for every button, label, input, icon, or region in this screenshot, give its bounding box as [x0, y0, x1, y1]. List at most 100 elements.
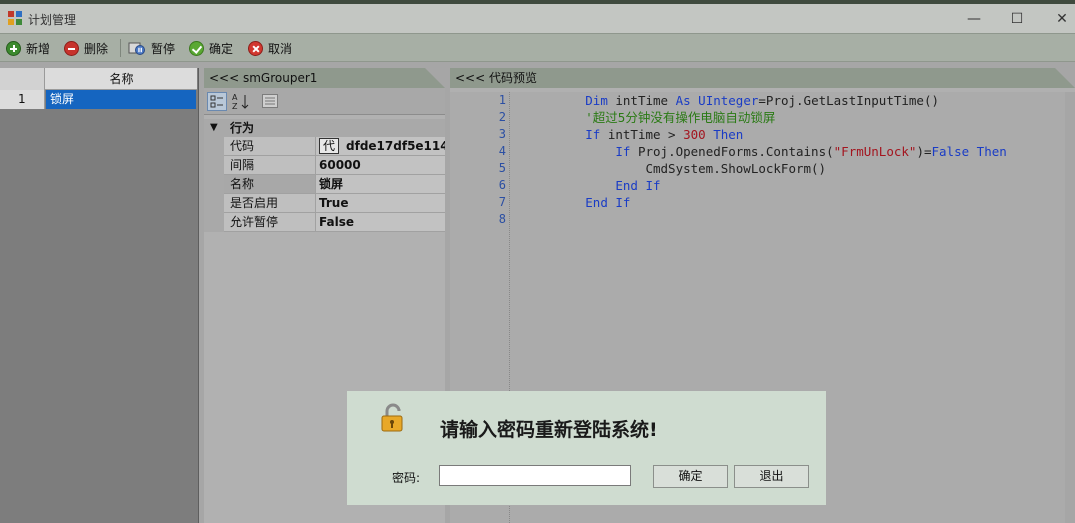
row-name-cell[interactable]: 锁屏	[46, 90, 196, 109]
code-token: If	[615, 144, 631, 159]
svg-text:A: A	[232, 93, 238, 102]
lock-icon	[381, 403, 403, 432]
grid-header: 名称	[0, 68, 197, 90]
plan-grid[interactable]: 名称 1 锁屏	[0, 68, 199, 523]
property-row[interactable]: 间隔 60000	[204, 156, 445, 175]
code-line: CmdSystem.ShowLockForm()	[510, 160, 826, 177]
line-number: 7	[498, 195, 506, 209]
property-row[interactable]: 名称 锁屏	[204, 175, 445, 194]
property-row[interactable]: 允许暂停 False	[204, 213, 445, 232]
code-line: If Proj.OpenedForms.Contains("FrmUnLock"…	[510, 143, 1007, 160]
svg-text:Z: Z	[232, 102, 238, 111]
code-token: '超过5分钟没有操作电脑自动锁屏	[585, 110, 776, 125]
line-number: 6	[498, 178, 506, 192]
toolbar: 新增 删除 暂停 确定 取消	[0, 33, 1075, 62]
cancel-icon	[248, 40, 263, 56]
pause-icon	[128, 42, 145, 55]
code-token: False	[931, 144, 970, 159]
delete-icon	[64, 40, 79, 56]
code-token: Then	[976, 144, 1007, 159]
line-number: 2	[498, 110, 506, 124]
code-panel-header[interactable]: <<< 代码预览	[450, 68, 1075, 88]
property-toolbar: A Z	[204, 88, 445, 115]
password-input[interactable]	[439, 465, 631, 486]
categorized-icon	[210, 95, 223, 108]
collapse-icon[interactable]: ▼	[210, 119, 218, 137]
unlock-dialog: 请输入密码重新登陆系统! 密码: 确定 退出	[347, 391, 826, 505]
exit-button[interactable]: 退出	[734, 465, 809, 488]
sort-az-icon: A Z	[232, 93, 249, 111]
confirm-button[interactable]: 确定	[189, 39, 233, 57]
confirm-label: 确定	[209, 41, 234, 56]
property-value[interactable]: 锁屏	[316, 175, 445, 194]
grid-corner[interactable]	[0, 68, 45, 90]
property-pages-button[interactable]	[262, 94, 278, 108]
grid-column-name[interactable]: 名称	[46, 68, 197, 90]
property-pages-icon	[265, 97, 275, 105]
code-token: 300	[683, 127, 706, 142]
property-value[interactable]: False	[316, 213, 445, 232]
add-label: 新增	[26, 41, 51, 56]
code-token: intTime >	[600, 127, 684, 142]
code-token: End If	[585, 195, 631, 210]
categorized-view-button[interactable]	[207, 92, 227, 111]
code-token: Then	[713, 127, 744, 142]
delete-label: 删除	[84, 41, 109, 56]
code-token: )=	[916, 144, 932, 159]
maximize-button[interactable]: ☐	[1003, 8, 1031, 30]
cancel-button[interactable]: 取消	[248, 39, 292, 57]
add-button[interactable]: 新增	[6, 39, 50, 57]
title-bar: 计划管理 — ☐ ✕	[0, 4, 1075, 33]
ok-button[interactable]: 确定	[653, 465, 728, 488]
code-line: End If	[510, 194, 630, 211]
code-token: If	[585, 127, 601, 142]
property-category[interactable]: ▼ 行为	[204, 119, 445, 137]
add-icon	[6, 40, 21, 56]
dialog-title: 请输入密码重新登陆系统!	[440, 419, 658, 441]
code-token: =Proj.GetLastInputTime()	[758, 93, 940, 108]
code-tag: 代	[319, 138, 340, 154]
line-number: 5	[498, 161, 506, 175]
cancel-label: 取消	[268, 41, 293, 56]
code-line: Dim intTime As UInteger=Proj.GetLastInpu…	[510, 92, 939, 109]
code-token: intTime	[607, 93, 676, 108]
vertical-scrollbar[interactable]	[1065, 92, 1075, 523]
line-number: 8	[498, 212, 506, 226]
property-key: 是否启用	[224, 194, 316, 213]
property-row[interactable]: 代码 代 dfde17df5e114b	[204, 137, 445, 156]
code-token: End If	[615, 178, 661, 193]
category-label: 行为	[230, 121, 255, 135]
code-line: '超过5分钟没有操作电脑自动锁屏	[510, 109, 775, 126]
property-value[interactable]: True	[316, 194, 445, 213]
property-value[interactable]: 60000	[316, 156, 445, 175]
property-row[interactable]: 是否启用 True	[204, 194, 445, 213]
code-token: UInteger	[698, 93, 759, 108]
minimize-button[interactable]: —	[960, 8, 988, 30]
check-icon	[189, 40, 204, 56]
alphabetical-view-button[interactable]: A Z	[231, 92, 251, 111]
line-number: 3	[498, 127, 506, 141]
property-key: 允许暂停	[224, 213, 316, 232]
pause-button[interactable]: 暂停	[128, 39, 175, 57]
code-line: If intTime > 300 Then	[510, 126, 743, 143]
property-value[interactable]: 代 dfde17df5e114b	[316, 137, 445, 156]
toolbar-separator	[120, 39, 121, 57]
app-icon	[8, 11, 22, 25]
line-number: 4	[498, 144, 506, 158]
row-number[interactable]: 1	[0, 90, 45, 109]
property-panel-header[interactable]: <<< smGrouper1	[204, 68, 445, 88]
code-token: Dim	[585, 93, 608, 108]
code-token: Proj.OpenedForms.Contains(	[630, 144, 834, 159]
close-button[interactable]: ✕	[1048, 8, 1075, 30]
delete-button[interactable]: 删除	[64, 39, 108, 57]
code-line: End If	[510, 177, 661, 194]
code-token: As	[675, 93, 691, 108]
table-row[interactable]: 1 锁屏	[0, 90, 197, 109]
property-key: 代码	[224, 137, 316, 156]
property-key: 名称	[224, 175, 316, 194]
line-number: 1	[498, 93, 506, 107]
